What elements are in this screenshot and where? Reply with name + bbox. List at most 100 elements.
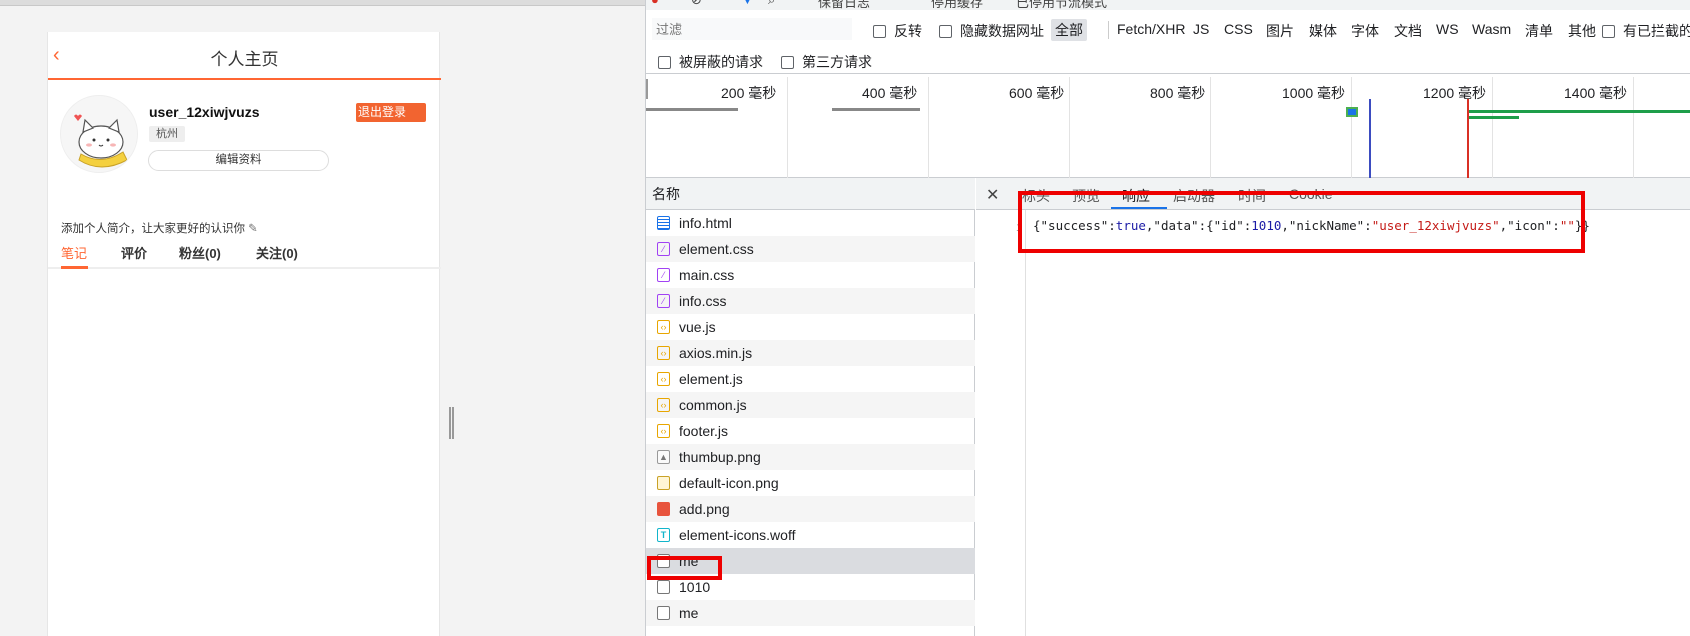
devtools-network-panel: ● ⊘ ▼ ⌕ 保留日志 停用缓存 已停用节流模式 反转 隐藏数据网址 全部 F… xyxy=(645,0,1690,636)
file-js-icon: ‹› xyxy=(657,424,670,438)
request-row[interactable]: add.png xyxy=(646,496,975,522)
filter-type-font[interactable]: 字体 xyxy=(1351,21,1379,41)
tab-headers[interactable]: 标头 xyxy=(1022,186,1050,206)
filter-separator xyxy=(1108,21,1109,39)
tab-timing[interactable]: 时间 xyxy=(1238,186,1266,206)
tab-reviews[interactable]: 评价 xyxy=(121,243,147,262)
filter-type-wasm[interactable]: Wasm xyxy=(1472,21,1511,37)
tab-initiator[interactable]: 启动器 xyxy=(1173,186,1215,206)
logout-button[interactable]: 退出登录 xyxy=(356,103,426,122)
timeline-bar xyxy=(832,108,920,111)
name-column-header[interactable]: 名称 xyxy=(646,178,975,210)
network-timeline-overview[interactable]: 200 毫秒 400 毫秒 600 毫秒 800 毫秒 1000 毫秒 1200… xyxy=(646,77,1690,178)
json-number: 1010 xyxy=(1251,218,1282,233)
throttle-select[interactable]: 已停用节流模式 xyxy=(1016,0,1107,10)
request-row[interactable]: ‹› vue.js xyxy=(646,314,975,340)
file-blank-icon xyxy=(657,606,670,620)
clear-icon[interactable]: ⊘ xyxy=(691,0,702,8)
filter-type-css[interactable]: CSS xyxy=(1224,21,1253,37)
file-blank-icon xyxy=(657,554,670,568)
tab-cookies[interactable]: Cookie xyxy=(1289,186,1333,202)
filter-icon[interactable]: ▼ xyxy=(741,0,754,7)
json-text: }} xyxy=(1574,218,1590,233)
timeline-gridline xyxy=(1633,77,1634,178)
request-name: axios.min.js xyxy=(679,345,753,361)
response-body[interactable]: {"success":true,"data":{"id":1010,"nickN… xyxy=(1033,218,1590,233)
record-icon[interactable]: ● xyxy=(651,0,659,7)
request-row[interactable]: ‹› footer.js xyxy=(646,418,975,444)
bio-hint[interactable]: 添加个人简介，让大家更好的认识你 ✎ xyxy=(61,220,258,236)
request-row[interactable]: 1010 xyxy=(646,574,975,600)
request-row[interactable]: Telement-icons.woff xyxy=(646,522,975,548)
filter-type-media[interactable]: 媒体 xyxy=(1309,21,1337,41)
request-name: element-icons.woff xyxy=(679,527,796,543)
filter-input[interactable] xyxy=(652,18,852,40)
request-name: info.html xyxy=(679,215,732,231)
file-js-icon: ‹› xyxy=(657,320,670,334)
timeline-gridline xyxy=(787,77,788,178)
blocked-requests-checkbox[interactable]: 被屏蔽的请求 xyxy=(658,52,763,72)
timeline-label: 600 毫秒 xyxy=(1009,85,1065,101)
filter-type-other[interactable]: 其他 xyxy=(1568,21,1596,41)
request-row[interactable]: info.html xyxy=(646,210,975,236)
filter-type-doc[interactable]: 文档 xyxy=(1394,21,1422,41)
request-row[interactable]: me xyxy=(646,600,975,626)
tab-response[interactable]: 响应 xyxy=(1122,186,1150,206)
request-name: common.js xyxy=(679,397,747,413)
timeline-gridline xyxy=(1069,77,1070,178)
devtools-top-toolbar: ● ⊘ ▼ ⌕ 保留日志 停用缓存 已停用节流模式 xyxy=(646,0,1690,10)
tab-following[interactable]: 关注(0) xyxy=(256,243,298,262)
active-tab-indicator xyxy=(1111,207,1167,209)
request-row[interactable]: ‹› axios.min.js xyxy=(646,340,975,366)
request-row[interactable]: me xyxy=(646,548,975,574)
request-name: main.css xyxy=(679,267,735,283)
request-row[interactable]: ⁄ element.css xyxy=(646,236,975,262)
search-icon[interactable]: ⌕ xyxy=(768,0,775,8)
filter-type-js[interactable]: JS xyxy=(1193,21,1209,37)
file-add-icon xyxy=(657,502,670,516)
username: user_12xiwjvuzs xyxy=(149,104,260,120)
blocked-cookies-checkbox[interactable]: 有已拦截的 xyxy=(1602,21,1690,41)
hide-data-urls-checkbox[interactable]: 隐藏数据网址 xyxy=(939,21,1044,41)
close-icon[interactable]: ✕ xyxy=(986,185,999,205)
filter-type-ws[interactable]: WS xyxy=(1436,21,1459,37)
edit-pen-icon[interactable]: ✎ xyxy=(248,223,258,235)
tab-fans[interactable]: 粉丝(0) xyxy=(179,243,221,262)
filter-type-manifest[interactable]: 清单 xyxy=(1525,21,1553,41)
third-party-checkbox[interactable]: 第三方请求 xyxy=(781,52,872,72)
bio-hint-text: 添加个人简介，让大家更好的认识你 xyxy=(61,223,245,235)
json-text: ,"nickName": xyxy=(1281,218,1372,233)
timeline-gridline xyxy=(1210,77,1211,178)
request-name: me xyxy=(679,553,699,569)
invert-checkbox[interactable]: 反转 xyxy=(873,21,922,41)
request-row[interactable]: ⁄ main.css xyxy=(646,262,975,288)
request-row[interactable]: ⁄ info.css xyxy=(646,288,975,314)
preserve-log-checkbox[interactable]: 保留日志 xyxy=(818,0,870,10)
request-row[interactable]: ‹› common.js xyxy=(646,392,975,418)
timeline-label: 1000 毫秒 xyxy=(1282,85,1346,101)
request-row[interactable]: ▲ thumbup.png xyxy=(646,444,975,470)
filter-type-all[interactable]: 全部 xyxy=(1051,19,1087,41)
request-detail-panel: ✕ 标头 预览 响应 启动器 时间 Cookie 1 {"success":tr… xyxy=(976,178,1690,636)
panel-resize-handle[interactable] xyxy=(449,407,454,439)
tab-preview[interactable]: 预览 xyxy=(1072,186,1100,206)
filter-type-img[interactable]: 图片 xyxy=(1266,21,1294,41)
disable-cache-checkbox[interactable]: 停用缓存 xyxy=(931,0,983,10)
timeline-bar xyxy=(1469,116,1519,119)
filter-row-2: 被屏蔽的请求 第三方请求 xyxy=(646,46,1690,74)
filter-type-fetch-xhr[interactable]: Fetch/XHR xyxy=(1117,21,1185,37)
tab-notes[interactable]: 笔记 xyxy=(61,243,87,262)
request-name: info.css xyxy=(679,293,727,309)
request-name: default-icon.png xyxy=(679,475,779,491)
avatar[interactable] xyxy=(60,95,138,173)
request-row[interactable]: default-icon.png xyxy=(646,470,975,496)
request-name: element.js xyxy=(679,371,743,387)
json-text: ,"icon": xyxy=(1499,218,1560,233)
request-row[interactable]: ‹› element.js xyxy=(646,366,975,392)
file-js-icon: ‹› xyxy=(657,372,670,386)
file-font-icon: T xyxy=(657,528,670,542)
file-blank-icon xyxy=(657,580,670,594)
file-js-icon: ‹› xyxy=(657,398,670,412)
profile-tabs: 笔记 评价 粉丝(0) 关注(0) xyxy=(48,243,441,269)
edit-profile-button[interactable]: 编辑资料 xyxy=(148,150,329,171)
